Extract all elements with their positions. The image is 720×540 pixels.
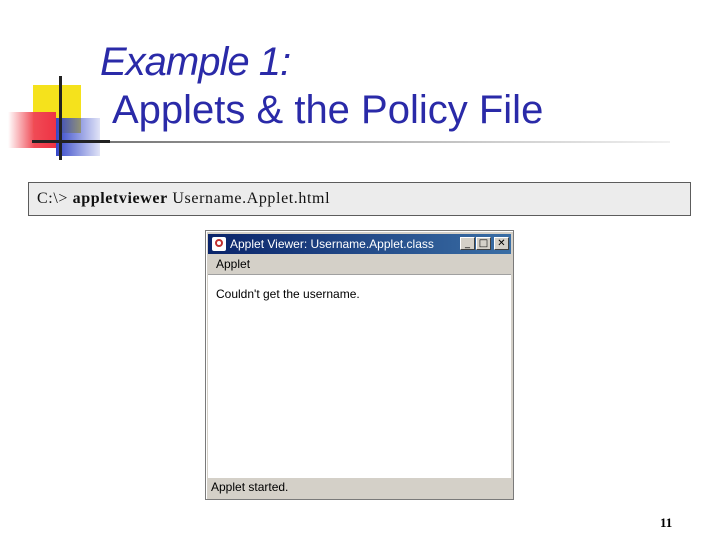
- command-line: C:\> appletviewer Username.Applet.html: [37, 190, 330, 208]
- window-title: Applet Viewer: Username.Applet.class: [230, 237, 434, 251]
- menu-bar: Applet: [208, 256, 511, 275]
- command-prompt: C:\>: [37, 190, 68, 207]
- java-icon[interactable]: [212, 237, 226, 251]
- status-text: Applet started.: [211, 480, 289, 494]
- page-number: 11: [660, 515, 673, 530]
- command-argument: Username.Applet.html: [172, 190, 331, 207]
- menu-applet[interactable]: Applet: [216, 257, 250, 271]
- applet-message: Couldn't get the username.: [216, 287, 360, 301]
- decoration-blue-square: [56, 118, 100, 156]
- window-titlebar[interactable]: Applet Viewer: Username.Applet.class _ □…: [208, 234, 511, 254]
- slide-title-line1: Example 1:: [100, 40, 291, 84]
- slide-decoration: [0, 0, 110, 170]
- applet-content-area: Couldn't get the username.: [208, 275, 511, 478]
- close-button[interactable]: ✕: [494, 237, 509, 250]
- status-bar: Applet started.: [208, 479, 511, 497]
- maximize-button[interactable]: □: [476, 237, 491, 250]
- command-program: appletviewer: [72, 190, 168, 207]
- decoration-vertical-line: [59, 76, 62, 160]
- title-divider: [110, 141, 670, 143]
- command-line-box: C:\> appletviewer Username.Applet.html: [28, 182, 691, 216]
- decoration-horizontal-line: [32, 140, 110, 143]
- slide-title-line2: Applets & the Policy File: [112, 88, 544, 132]
- minimize-button[interactable]: _: [460, 237, 475, 250]
- applet-viewer-window: Applet Viewer: Username.Applet.class _ □…: [205, 230, 514, 500]
